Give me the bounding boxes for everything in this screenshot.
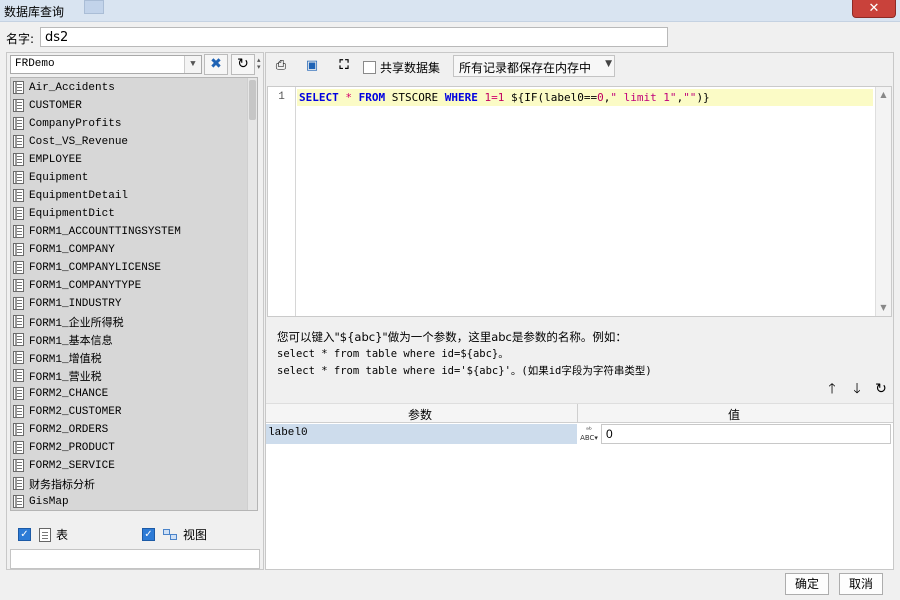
table-icon (13, 297, 24, 310)
table-icon (13, 351, 24, 364)
list-item[interactable]: FORM2_ORDERS (13, 421, 108, 438)
table-icon (13, 441, 24, 454)
list-item[interactable]: FORM1_COMPANY (13, 241, 115, 258)
parameter-table-header: 参数 值 (266, 403, 893, 423)
table-icon (13, 315, 24, 328)
chevron-down-icon[interactable]: ▼ (184, 56, 201, 73)
arrow-down-icon[interactable]: 🡓 (848, 380, 866, 398)
arrow-up-icon[interactable]: 🡑 (823, 380, 841, 398)
table-icon (13, 117, 24, 130)
list-item[interactable]: Air_Accidents (13, 79, 115, 96)
list-item[interactable]: EquipmentDetail (13, 187, 128, 204)
parameter-table: 参数 值 label0 ᵃᵇ ABC▾ 0 (266, 403, 893, 569)
table-icon (13, 153, 24, 166)
database-select[interactable]: FRDemo ▼ (10, 55, 202, 74)
parameter-value-input[interactable]: 0 (601, 424, 891, 444)
cancel-button[interactable]: 取消 (839, 573, 883, 595)
checkbox-checked-icon[interactable]: ✓ (142, 528, 155, 541)
list-item[interactable]: 财务指标分析 (13, 475, 95, 492)
table-list-scrollbar[interactable] (247, 78, 257, 510)
table-icon (13, 81, 24, 94)
list-item[interactable]: FORM1_ACCOUNTTINGSYSTEM (13, 223, 181, 240)
list-item[interactable]: FORM1_营业税 (13, 367, 102, 384)
title-bar-icon (84, 0, 104, 14)
table-icon (13, 279, 24, 292)
table-icon (13, 225, 24, 238)
list-item[interactable]: FORM1_企业所得税 (13, 313, 124, 330)
list-item[interactable]: FORM1_COMPANYTYPE (13, 277, 141, 294)
line-number-gutter: 1 (268, 87, 296, 316)
table-icon (13, 243, 24, 256)
list-item[interactable]: CUSTOMER (13, 97, 82, 114)
table-icon (13, 477, 24, 490)
list-item[interactable]: FORM1_增值税 (13, 349, 102, 366)
checkbox-checked-icon[interactable]: ✓ (18, 528, 31, 541)
list-item[interactable]: Equipment (13, 169, 88, 186)
table-row[interactable]: label0 ᵃᵇ ABC▾ 0 (266, 424, 893, 445)
refresh-icon[interactable]: ↻ (872, 380, 890, 398)
table-icon (13, 171, 24, 184)
list-item[interactable]: Cost_VS_Revenue (13, 133, 128, 150)
database-select-value: FRDemo (15, 58, 55, 70)
show-views-toggle[interactable]: ✓ 视图 (142, 526, 207, 543)
list-item[interactable]: EMPLOYEE (13, 151, 82, 168)
scroll-down-icon[interactable]: ▼ (876, 301, 891, 315)
share-dataset-toggle[interactable]: 共享数据集 (363, 59, 440, 76)
editor-scrollbar[interactable]: ▲ ▼ (875, 87, 891, 316)
table-search-input[interactable] (10, 549, 260, 569)
list-item[interactable]: FORM2_PRODUCT (13, 439, 115, 456)
sql-line[interactable]: SELECT * FROM STSCORE WHERE 1=1 ${IF(lab… (297, 89, 873, 106)
table-icon (13, 99, 24, 112)
fullscreen-icon[interactable]: ⛶ (334, 56, 354, 76)
close-button[interactable]: ✕ (852, 0, 896, 18)
name-input[interactable] (40, 27, 668, 47)
list-item[interactable]: EquipmentDict (13, 205, 115, 222)
table-icon (13, 387, 24, 400)
show-tables-toggle[interactable]: ✓ 表 (18, 526, 68, 543)
list-item[interactable]: GisMap (13, 493, 69, 510)
table-icon (13, 261, 24, 274)
window-title: 数据库查询 (4, 5, 65, 19)
tools-icon[interactable]: ✖ (204, 54, 228, 75)
list-item[interactable]: CompanyProfits (13, 115, 121, 132)
list-item[interactable]: FORM1_基本信息 (13, 331, 113, 348)
table-icon (39, 527, 51, 542)
table-icon (13, 135, 24, 148)
view-icon (163, 528, 179, 542)
column-header-value: 值 (728, 408, 741, 422)
list-item[interactable]: FORM2_CHANCE (13, 385, 108, 402)
name-label: 名字: (6, 32, 35, 46)
list-item[interactable]: FORM1_COMPANYLICENSE (13, 259, 161, 276)
table-icon (13, 495, 24, 508)
table-icon (13, 207, 24, 220)
save-icon[interactable]: ▣ (302, 56, 322, 76)
list-item[interactable]: FORM2_CUSTOMER (13, 403, 121, 420)
memory-mode-select[interactable]: 所有记录都保存在内存中 ▼ (453, 55, 615, 77)
checkbox-unchecked-icon[interactable] (363, 61, 376, 74)
sql-editor[interactable]: 1 SELECT * FROM STSCORE WHERE 1=1 ${IF(l… (267, 86, 892, 317)
table-icon (13, 189, 24, 202)
table-icon (13, 423, 24, 436)
table-list: Air_Accidents CUSTOMER CompanyProfits Co… (10, 77, 258, 511)
left-panel: FRDemo ▼ ✖ ↻ ▴ ▾ Air_Accidents CUSTOMER C… (6, 52, 264, 570)
scrollbar-thumb[interactable] (249, 80, 256, 120)
table-icon (13, 405, 24, 418)
parameter-name: label0 (266, 424, 577, 444)
collapse-handle-icon[interactable]: ▴ ▾ (257, 57, 261, 71)
chevron-down-icon[interactable]: ▼ (605, 59, 612, 69)
string-type-icon[interactable]: ᵃᵇ ABC▾ (578, 424, 600, 444)
list-item[interactable]: FORM2_SERVICE (13, 457, 115, 474)
table-icon (13, 333, 24, 346)
refresh-icon[interactable]: ↻ (231, 54, 255, 75)
preview-icon[interactable]: ⎙ (271, 56, 291, 76)
table-icon (13, 459, 24, 472)
ok-button[interactable]: 确定 (785, 573, 829, 595)
parameter-hint: 您可以键入"${abc}"做为一个参数，这里abc是参数的名称。例如： sele… (277, 330, 652, 377)
list-item[interactable]: FORM1_INDUSTRY (13, 295, 121, 312)
column-header-name: 参数 (408, 408, 433, 422)
title-bar: 数据库查询 ✕ (0, 0, 900, 22)
right-panel: ⎙ ▣ ⛶ 共享数据集 所有记录都保存在内存中 ▼ 1 SELECT * FRO… (265, 52, 894, 570)
scroll-up-icon[interactable]: ▲ (876, 88, 891, 102)
table-icon (13, 369, 24, 382)
